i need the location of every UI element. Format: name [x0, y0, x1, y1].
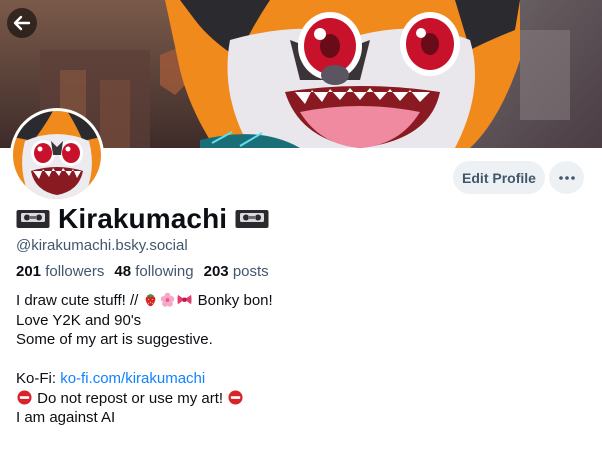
bio-text: Do not repost or use my art!	[33, 389, 228, 407]
posts-label: posts	[232, 263, 269, 280]
followers-label: followers	[45, 263, 105, 280]
following-label: following	[135, 263, 194, 280]
ellipsis-icon	[558, 175, 575, 180]
followers-count: 201	[16, 263, 42, 280]
kofi-link[interactable]: ko-fi.com/kirakumachi	[60, 370, 205, 387]
back-button[interactable]	[7, 8, 37, 38]
arrow-left-icon	[13, 15, 31, 31]
following-count: 48	[114, 263, 132, 280]
strawberry-icon	[146, 293, 156, 307]
bio-line: Ko-Fi: ko-fi.com/kirakumachi	[16, 369, 586, 389]
no-entry-icon	[228, 389, 243, 405]
no-entry-icon	[17, 389, 32, 405]
bio-line: Love Y2K and 90's	[16, 311, 142, 329]
bio-line: Some of my art is suggestive.	[16, 331, 213, 348]
more-options-button[interactable]	[549, 161, 584, 194]
profile-stats: 201 followers 48 following 203 posts	[16, 263, 269, 280]
bio-text: I draw cute stuff! //	[16, 292, 143, 309]
display-name-row: Kirakumachi	[16, 202, 269, 236]
bio-blank-line	[16, 350, 586, 370]
avatar[interactable]	[10, 108, 104, 202]
videocassette-icon	[16, 210, 50, 228]
edit-profile-button[interactable]: Edit Profile	[453, 161, 545, 194]
posts-count: 203	[203, 263, 229, 280]
cherry-blossom-icon	[161, 292, 175, 307]
bio-line: I draw cute stuff! // Bonky bon!	[16, 291, 586, 311]
posts-count-group: 203 posts	[204, 263, 269, 280]
following-link[interactable]: 48 following	[114, 263, 193, 280]
display-name: Kirakumachi	[58, 203, 228, 234]
avatar-character	[13, 111, 101, 199]
videocassette-icon	[235, 210, 269, 228]
bio-text: Bonky bon!	[193, 292, 273, 309]
followers-link[interactable]: 201 followers	[16, 263, 104, 280]
ribbon-icon	[177, 294, 192, 305]
profile-page: Edit Profile Kirakumachi @kirakumachi.bs…	[0, 0, 602, 455]
profile-handle: @kirakumachi.bsky.social	[16, 237, 188, 254]
kofi-prefix: Ko-Fi:	[16, 370, 61, 387]
bio-line: Do not repost or use my art!	[16, 389, 586, 409]
profile-bio: I draw cute stuff! // Bonky bon! Love Y2…	[16, 291, 586, 428]
bio-line: I am against AI	[16, 409, 116, 426]
